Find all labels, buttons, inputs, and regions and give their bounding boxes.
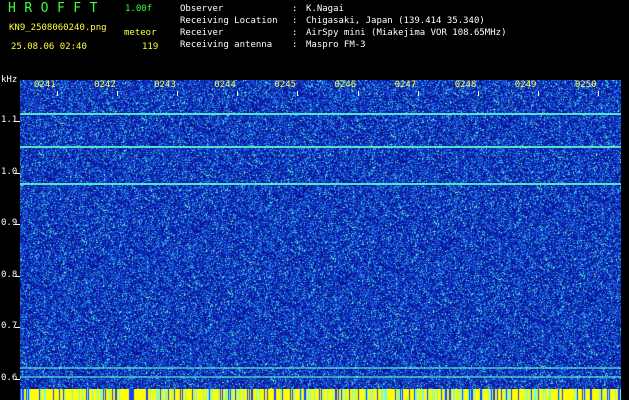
spectrogram-plot	[20, 80, 621, 389]
x-tick-label: 0249	[514, 80, 537, 90]
x-tick-label: 0250	[574, 80, 597, 90]
x-tick-label: 0244	[214, 80, 236, 90]
x-tick-label: 0243	[154, 80, 176, 90]
info-row-antenna: Receiving antenna: Maspro FM-3	[180, 40, 366, 50]
x-tick	[597, 91, 599, 96]
y-tick-label: 0.6	[1, 372, 18, 383]
y-tick-label: 0.7	[1, 321, 18, 332]
y-tick	[15, 121, 20, 123]
x-tick-label: 0241	[34, 80, 56, 90]
version-label: 1.00f	[125, 4, 153, 14]
count-label: 119	[142, 42, 159, 52]
x-tick	[477, 91, 479, 96]
info-value: AirSpy mini (Miakejima VOR 108.65MHz)	[306, 28, 507, 38]
y-tick	[15, 327, 20, 329]
signal-line	[20, 367, 621, 370]
y-axis-unit: kHz	[1, 75, 18, 85]
x-tick-label: 0246	[334, 80, 357, 90]
x-tick	[417, 91, 419, 96]
x-tick	[537, 91, 539, 96]
y-tick-label: 1.0	[1, 166, 18, 177]
info-row-observer: Observer: K.Nagai	[180, 4, 344, 14]
x-tick	[117, 91, 119, 96]
y-tick-label: 0.9	[1, 218, 18, 229]
info-key: Observer	[180, 4, 224, 14]
y-tick	[15, 378, 20, 380]
info-colon: :	[292, 40, 298, 50]
signal-line	[20, 112, 621, 115]
y-tick-label: 0.8	[1, 269, 18, 280]
info-key: Receiver	[180, 28, 224, 38]
file-name: KN9_2508060240.png	[9, 23, 107, 33]
x-tick	[237, 91, 239, 96]
x-tick	[297, 91, 299, 96]
x-tick-label: 0247	[394, 80, 417, 90]
info-key: Receiving Location	[180, 16, 278, 26]
spectrogram-noise	[20, 80, 621, 389]
info-colon: :	[292, 28, 298, 38]
signal-line	[20, 183, 621, 186]
info-key: Receiving antenna	[180, 40, 273, 50]
signal-line	[20, 145, 621, 148]
x-tick	[57, 91, 58, 96]
y-tick-label: 1.1	[1, 115, 18, 126]
baseline-strip	[20, 389, 621, 400]
x-tick-label: 0248	[454, 80, 477, 90]
y-tick	[15, 224, 20, 226]
info-colon: :	[292, 16, 298, 26]
info-colon: :	[292, 4, 298, 14]
signal-line	[20, 376, 621, 379]
y-tick	[15, 275, 20, 277]
info-row-location: Receiving Location: Chigasaki, Japan (139…	[180, 16, 485, 26]
x-tick-label: 0242	[94, 80, 116, 90]
datetime-label: 25.08.06 02:40	[11, 42, 87, 52]
x-tick-label: 0245	[274, 80, 297, 90]
info-value: Chigasaki, Japan (139.414 35.340)	[306, 16, 485, 26]
app-title: HROFFT	[8, 1, 106, 16]
y-tick	[15, 172, 20, 174]
header-panel: HROFFT 1.00f KN9_2508060240.png meteor 2…	[0, 0, 629, 76]
x-tick	[177, 91, 179, 96]
info-value: Maspro FM-3	[306, 40, 366, 50]
info-value: K.Nagai	[306, 4, 344, 14]
x-tick	[357, 91, 359, 96]
mode-label: meteor	[124, 28, 157, 38]
info-row-receiver: Receiver: AirSpy mini (Miakejima VOR 108.…	[180, 28, 506, 38]
